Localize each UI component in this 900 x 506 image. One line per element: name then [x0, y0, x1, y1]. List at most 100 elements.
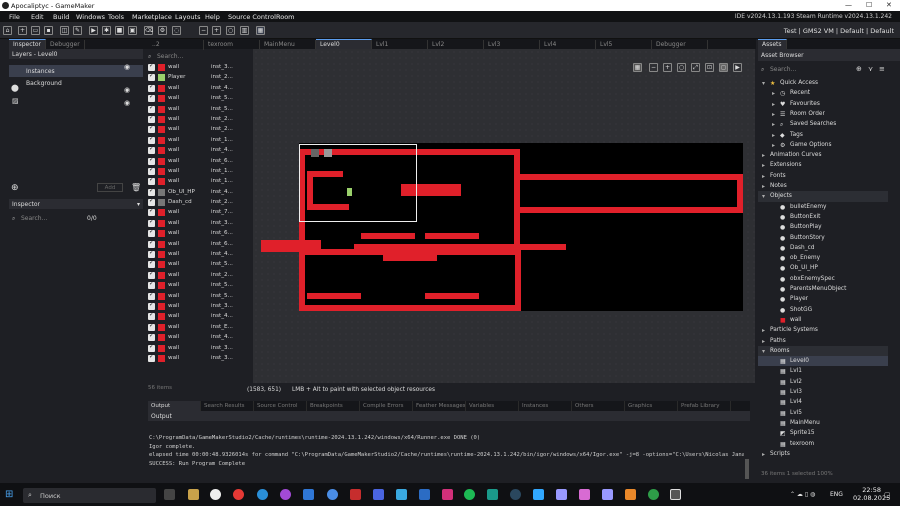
- instance-row[interactable]: wall inst_4...: [147, 83, 239, 94]
- tab-debugger[interactable]: Debugger: [46, 40, 85, 50]
- visibility-checkbox[interactable]: [148, 83, 155, 92]
- blender-icon[interactable]: [625, 489, 636, 500]
- instance-row[interactable]: wall inst_3...: [147, 353, 239, 364]
- visibility-checkbox[interactable]: [148, 114, 155, 123]
- wall-instance[interactable]: [299, 249, 521, 255]
- asset-dash-cd[interactable]: ● Dash_cd: [758, 243, 888, 253]
- instance-row[interactable]: wall inst_E...: [147, 322, 239, 333]
- spotify-icon[interactable]: [464, 489, 475, 500]
- instance-search-input[interactable]: Search...: [157, 53, 183, 60]
- output-tab-prefab-library[interactable]: Prefab Library: [678, 401, 731, 411]
- chevron-down-icon[interactable]: ▾: [762, 193, 765, 200]
- asset-parentsmenuobject[interactable]: ● ParentsMenuObject: [758, 284, 888, 294]
- asset-quick-access[interactable]: ▾ ★ Quick Access: [758, 78, 888, 88]
- wall-instance[interactable]: [425, 233, 479, 239]
- clean-icon[interactable]: ✎: [73, 26, 82, 35]
- add-asset-icon[interactable]: ⊕: [856, 65, 862, 73]
- delete-layer-icon[interactable]: 🗑: [131, 183, 141, 192]
- wall-instance[interactable]: [361, 233, 415, 239]
- visibility-checkbox[interactable]: [148, 249, 155, 259]
- chevron-right-icon[interactable]: ▸: [762, 183, 765, 190]
- visibility-checkbox[interactable]: [148, 135, 155, 144]
- asset-lvl3[interactable]: ▦ Lvl3: [758, 387, 888, 397]
- menu-marketplace[interactable]: Marketplace: [132, 13, 172, 21]
- asset-lvl4[interactable]: ▦ Lvl4: [758, 397, 888, 407]
- asset-bulletenemy[interactable]: ● bulletEnemy: [758, 202, 888, 212]
- instance-row[interactable]: wall inst_5...: [147, 93, 239, 104]
- instance-row[interactable]: wall inst_2...: [147, 114, 239, 125]
- save-icon[interactable]: ▪: [44, 26, 53, 35]
- asset-mainmenu[interactable]: ▦ MainMenu: [758, 418, 888, 428]
- inspector-search-input[interactable]: Search...: [21, 215, 47, 222]
- asset-notes[interactable]: ▸ Notes: [758, 181, 888, 191]
- run-icon[interactable]: ▶: [89, 26, 98, 35]
- instance-row[interactable]: wall inst_1...: [147, 135, 239, 146]
- instance-row[interactable]: wall inst_4...: [147, 249, 239, 260]
- notifications-icon[interactable]: ▢: [884, 491, 891, 499]
- instance-row[interactable]: wall inst_3...: [147, 62, 239, 73]
- visibility-checkbox[interactable]: [148, 280, 155, 290]
- instance-row[interactable]: Dash_cd inst_2...: [147, 197, 239, 208]
- output-tab-feather-messages[interactable]: Feather Messages: [413, 401, 466, 411]
- room-level0[interactable]: [261, 143, 743, 311]
- output-tab-source-control[interactable]: Source Control: [254, 401, 307, 411]
- visibility-checkbox[interactable]: [148, 187, 155, 196]
- visibility-checkbox[interactable]: [148, 218, 155, 227]
- windows-start-icon[interactable]: ⊞: [5, 489, 13, 500]
- visibility-checkbox[interactable]: [148, 156, 155, 165]
- visibility-checkbox[interactable]: [148, 197, 155, 207]
- app-purple-icon[interactable]: [579, 489, 590, 500]
- output-tab-graphics[interactable]: Graphics: [625, 401, 678, 411]
- zoom-out-icon[interactable]: −: [199, 26, 208, 35]
- home-icon[interactable]: ⌂: [3, 26, 12, 35]
- grid-icon[interactable]: ▦: [633, 63, 642, 72]
- visibility-checkbox[interactable]: [148, 72, 155, 82]
- vk-messenger-icon[interactable]: [327, 489, 338, 500]
- maximize-button[interactable]: ☐: [866, 1, 872, 9]
- visibility-checkbox[interactable]: [148, 124, 155, 134]
- instance-row[interactable]: wall inst_5...: [147, 280, 239, 291]
- output-tab-search-results[interactable]: Search Results: [201, 401, 254, 411]
- tab-inspector[interactable]: Inspector: [9, 39, 46, 49]
- menu-help[interactable]: Help: [205, 13, 220, 21]
- visibility-icon[interactable]: ◉: [124, 63, 130, 71]
- clean-cache-icon[interactable]: ⌫: [144, 26, 153, 35]
- asset-texroom[interactable]: ▦ texroom: [758, 439, 888, 449]
- asset-player[interactable]: ● Player: [758, 294, 888, 304]
- open-icon[interactable]: ▭: [31, 26, 40, 35]
- output-tab-instances[interactable]: Instances: [519, 401, 572, 411]
- wall-instance[interactable]: [514, 149, 520, 249]
- tray-icons[interactable]: ⌃ ☁ ▯ ◍: [790, 491, 815, 498]
- visibility-checkbox[interactable]: [148, 176, 155, 186]
- visibility-icon[interactable]: ◉: [124, 86, 130, 94]
- asset-game-options[interactable]: ▸ ⚙ Game Options: [758, 140, 888, 150]
- chevron-right-icon[interactable]: ▸: [762, 173, 765, 180]
- visibility-checkbox[interactable]: [148, 93, 155, 103]
- center-icon[interactable]: ⊡: [705, 63, 714, 72]
- visibility-checkbox[interactable]: [148, 104, 155, 113]
- app-teal-icon[interactable]: [487, 489, 498, 500]
- chevron-right-icon[interactable]: ▸: [762, 327, 765, 334]
- visibility-checkbox[interactable]: [148, 343, 155, 352]
- visibility-checkbox[interactable]: [148, 322, 155, 331]
- select-icon[interactable]: ◻: [719, 63, 728, 72]
- app-icon[interactable]: [419, 489, 430, 500]
- visibility-checkbox[interactable]: [148, 166, 155, 175]
- chevron-right-icon[interactable]: ▸: [762, 338, 765, 345]
- asset-recent[interactable]: ▸ ◷ Recent: [758, 88, 888, 98]
- instance-row[interactable]: Ob_UI_HP inst_4...: [147, 187, 239, 198]
- telegram-icon[interactable]: [257, 489, 268, 500]
- asset-animation-curves[interactable]: ▸ Animation Curves: [758, 150, 888, 160]
- output-tab-breakpoints[interactable]: Breakpoints: [307, 401, 360, 411]
- chevron-right-icon[interactable]: ▸: [772, 142, 775, 149]
- chevron-down-icon[interactable]: ▾: [762, 348, 765, 355]
- menu-layouts[interactable]: Layouts: [175, 13, 200, 21]
- asset-particle-systems[interactable]: ▸ Particle Systems: [758, 325, 888, 335]
- premiere-icon[interactable]: [556, 489, 567, 500]
- instance-row[interactable]: wall inst_1...: [147, 166, 239, 177]
- menu-icon[interactable]: ≡: [879, 65, 885, 73]
- app-green-icon[interactable]: [648, 489, 659, 500]
- layer-instances[interactable]: Instances: [9, 65, 143, 77]
- language-indicator[interactable]: ENG: [830, 491, 843, 498]
- layout-icon[interactable]: ▥: [240, 26, 249, 35]
